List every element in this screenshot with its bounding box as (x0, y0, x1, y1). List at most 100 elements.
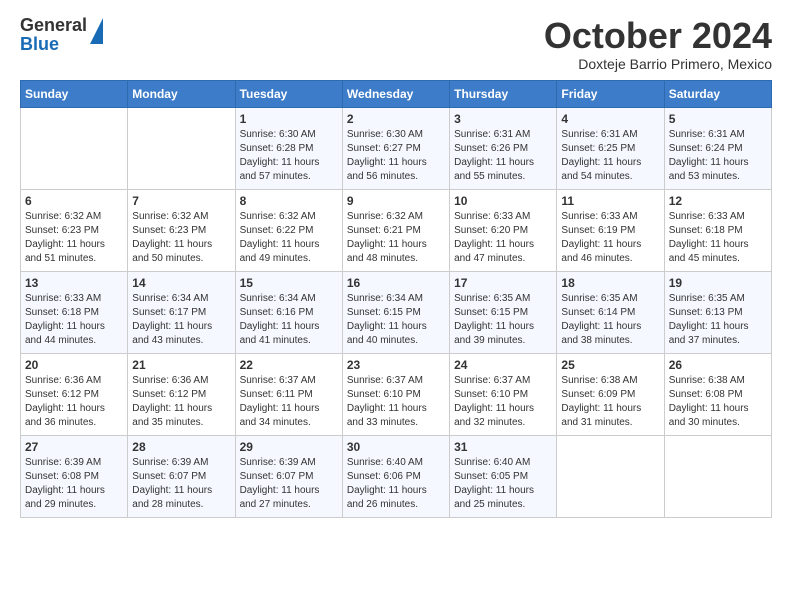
table-row: 13Sunrise: 6:33 AM Sunset: 6:18 PM Dayli… (21, 271, 128, 353)
calendar-table: Sunday Monday Tuesday Wednesday Thursday… (20, 80, 772, 518)
calendar-week-row: 1 Sunrise: 6:30 AM Sunset: 6:28 PM Daylig… (21, 107, 772, 189)
day-info: Sunrise: 6:36 AM Sunset: 6:12 PM Dayligh… (132, 374, 230, 430)
day-number: 1 (240, 112, 338, 126)
day-number: 3 (454, 112, 552, 126)
day-number: 23 (347, 358, 445, 372)
table-row: 18 Sunrise: 6:35 AM Sunset: 6:14 PM Dayli… (557, 271, 664, 353)
month-title: October 2024 (544, 16, 772, 56)
day-number: 8 (240, 194, 338, 208)
day-info: Sunrise: 6:33 AM Sunset: 6:19 PM Dayligh… (561, 210, 659, 266)
calendar-week-row: 13Sunrise: 6:33 AM Sunset: 6:18 PM Dayli… (21, 271, 772, 353)
day-info: Sunrise: 6:34 AM Sunset: 6:16 PM Dayligh… (240, 292, 338, 348)
table-row (664, 435, 771, 517)
day-info: Sunrise: 6:32 AM Sunset: 6:22 PM Dayligh… (240, 210, 338, 266)
day-info: Sunrise: 6:39 AM Sunset: 6:07 PM Dayligh… (240, 456, 338, 512)
table-row (21, 107, 128, 189)
day-number: 5 (669, 112, 767, 126)
day-info: Sunrise: 6:37 AM Sunset: 6:11 PM Dayligh… (240, 374, 338, 430)
day-number: 30 (347, 440, 445, 454)
day-number: 20 (25, 358, 123, 372)
table-row (557, 435, 664, 517)
col-wednesday: Wednesday (342, 80, 449, 107)
col-sunday: Sunday (21, 80, 128, 107)
logo-general: General (20, 16, 87, 35)
day-number: 14 (132, 276, 230, 290)
calendar-week-row: 27 Sunrise: 6:39 AM Sunset: 6:08 PM Dayli… (21, 435, 772, 517)
calendar-week-row: 6 Sunrise: 6:32 AM Sunset: 6:23 PM Daylig… (21, 189, 772, 271)
table-row: 28Sunrise: 6:39 AM Sunset: 6:07 PM Dayli… (128, 435, 235, 517)
day-info: Sunrise: 6:35 AM Sunset: 6:15 PM Dayligh… (454, 292, 552, 348)
day-info: Sunrise: 6:31 AM Sunset: 6:26 PM Dayligh… (454, 128, 552, 184)
col-friday: Friday (557, 80, 664, 107)
day-info: Sunrise: 6:32 AM Sunset: 6:21 PM Dayligh… (347, 210, 445, 266)
table-row: 6 Sunrise: 6:32 AM Sunset: 6:23 PM Daylig… (21, 189, 128, 271)
table-row: 11Sunrise: 6:33 AM Sunset: 6:19 PM Dayli… (557, 189, 664, 271)
table-row: 16Sunrise: 6:34 AM Sunset: 6:15 PM Dayli… (342, 271, 449, 353)
calendar-week-row: 20 Sunrise: 6:36 AM Sunset: 6:12 PM Dayli… (21, 353, 772, 435)
day-number: 4 (561, 112, 659, 126)
day-number: 7 (132, 194, 230, 208)
logo-triangle-icon (90, 18, 103, 44)
title-area: October 2024 Doxteje Barrio Primero, Mex… (544, 16, 772, 72)
table-row: 4 Sunrise: 6:31 AM Sunset: 6:25 PM Daylig… (557, 107, 664, 189)
day-number: 27 (25, 440, 123, 454)
day-info: Sunrise: 6:32 AM Sunset: 6:23 PM Dayligh… (25, 210, 123, 266)
table-row: 9 Sunrise: 6:32 AM Sunset: 6:21 PM Daylig… (342, 189, 449, 271)
day-number: 9 (347, 194, 445, 208)
day-info: Sunrise: 6:33 AM Sunset: 6:20 PM Dayligh… (454, 210, 552, 266)
day-number: 28 (132, 440, 230, 454)
table-row: 10Sunrise: 6:33 AM Sunset: 6:20 PM Dayli… (450, 189, 557, 271)
day-info: Sunrise: 6:32 AM Sunset: 6:23 PM Dayligh… (132, 210, 230, 266)
header: General Blue October 2024 Doxteje Barrio… (20, 16, 772, 72)
col-saturday: Saturday (664, 80, 771, 107)
col-monday: Monday (128, 80, 235, 107)
day-info: Sunrise: 6:40 AM Sunset: 6:06 PM Dayligh… (347, 456, 445, 512)
table-row: 23 Sunrise: 6:37 AM Sunset: 6:10 PM Dayli… (342, 353, 449, 435)
day-info: Sunrise: 6:35 AM Sunset: 6:13 PM Dayligh… (669, 292, 767, 348)
day-info: Sunrise: 6:33 AM Sunset: 6:18 PM Dayligh… (669, 210, 767, 266)
day-number: 22 (240, 358, 338, 372)
table-row: 31Sunrise: 6:40 AM Sunset: 6:05 PM Dayli… (450, 435, 557, 517)
day-info: Sunrise: 6:39 AM Sunset: 6:08 PM Dayligh… (25, 456, 123, 512)
day-number: 24 (454, 358, 552, 372)
day-number: 17 (454, 276, 552, 290)
table-row (128, 107, 235, 189)
table-row: 20 Sunrise: 6:36 AM Sunset: 6:12 PM Dayli… (21, 353, 128, 435)
day-info: Sunrise: 6:31 AM Sunset: 6:24 PM Dayligh… (669, 128, 767, 184)
table-row: 17 Sunrise: 6:35 AM Sunset: 6:15 PM Dayli… (450, 271, 557, 353)
table-row: 24 Sunrise: 6:37 AM Sunset: 6:10 PM Dayli… (450, 353, 557, 435)
table-row: 15 Sunrise: 6:34 AM Sunset: 6:16 PM Dayli… (235, 271, 342, 353)
day-info: Sunrise: 6:37 AM Sunset: 6:10 PM Dayligh… (454, 374, 552, 430)
day-number: 2 (347, 112, 445, 126)
day-info: Sunrise: 6:34 AM Sunset: 6:17 PM Dayligh… (132, 292, 230, 348)
day-info: Sunrise: 6:30 AM Sunset: 6:27 PM Dayligh… (347, 128, 445, 184)
day-info: Sunrise: 6:34 AM Sunset: 6:15 PM Dayligh… (347, 292, 445, 348)
day-number: 26 (669, 358, 767, 372)
day-number: 15 (240, 276, 338, 290)
day-number: 6 (25, 194, 123, 208)
day-info: Sunrise: 6:31 AM Sunset: 6:25 PM Dayligh… (561, 128, 659, 184)
day-info: Sunrise: 6:35 AM Sunset: 6:14 PM Dayligh… (561, 292, 659, 348)
day-number: 12 (669, 194, 767, 208)
table-row: 27 Sunrise: 6:39 AM Sunset: 6:08 PM Dayli… (21, 435, 128, 517)
logo-text-block: General Blue (20, 16, 103, 54)
day-info: Sunrise: 6:38 AM Sunset: 6:09 PM Dayligh… (561, 374, 659, 430)
table-row: 30 Sunrise: 6:40 AM Sunset: 6:06 PM Dayli… (342, 435, 449, 517)
table-row: 14 Sunrise: 6:34 AM Sunset: 6:17 PM Dayli… (128, 271, 235, 353)
table-row: 22 Sunrise: 6:37 AM Sunset: 6:11 PM Dayli… (235, 353, 342, 435)
day-number: 29 (240, 440, 338, 454)
day-number: 18 (561, 276, 659, 290)
day-info: Sunrise: 6:30 AM Sunset: 6:28 PM Dayligh… (240, 128, 338, 184)
day-number: 19 (669, 276, 767, 290)
col-tuesday: Tuesday (235, 80, 342, 107)
day-info: Sunrise: 6:36 AM Sunset: 6:12 PM Dayligh… (25, 374, 123, 430)
table-row: 7 Sunrise: 6:32 AM Sunset: 6:23 PM Daylig… (128, 189, 235, 271)
day-number: 13 (25, 276, 123, 290)
table-row: 12 Sunrise: 6:33 AM Sunset: 6:18 PM Dayli… (664, 189, 771, 271)
table-row: 5 Sunrise: 6:31 AM Sunset: 6:24 PM Daylig… (664, 107, 771, 189)
col-thursday: Thursday (450, 80, 557, 107)
table-row: 29 Sunrise: 6:39 AM Sunset: 6:07 PM Dayli… (235, 435, 342, 517)
calendar-header-row: Sunday Monday Tuesday Wednesday Thursday… (21, 80, 772, 107)
day-number: 31 (454, 440, 552, 454)
day-info: Sunrise: 6:37 AM Sunset: 6:10 PM Dayligh… (347, 374, 445, 430)
